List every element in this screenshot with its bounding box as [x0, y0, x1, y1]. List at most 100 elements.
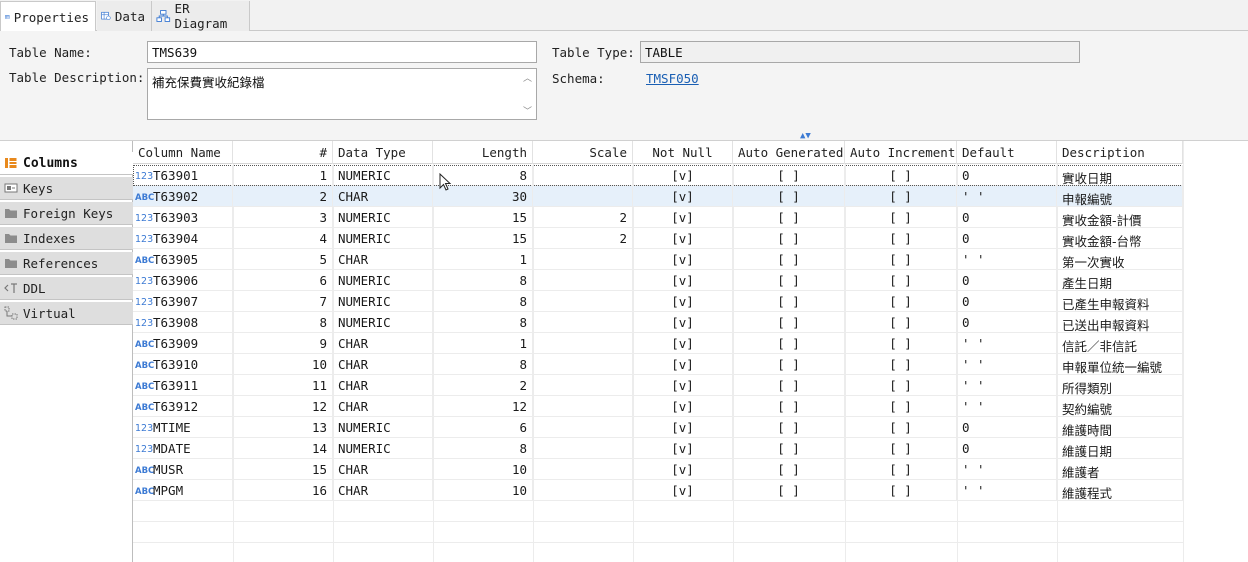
cell-scale[interactable]	[533, 438, 633, 459]
cell-not-null[interactable]: [v]	[633, 333, 733, 354]
cell-ordinal[interactable]: 6	[233, 270, 333, 291]
cell-ordinal[interactable]: 8	[233, 312, 333, 333]
cell-default[interactable]: ' '	[957, 354, 1057, 375]
cell-auto-increment[interactable]: [ ]	[845, 312, 957, 333]
cell-data-type[interactable]: NUMERIC	[333, 312, 433, 333]
table-row[interactable]: 123T63901 1 NUMERIC 8 [v][ ][ ] 0 實收日期	[133, 165, 1183, 186]
cell-ordinal[interactable]: 15	[233, 459, 333, 480]
cell-not-null[interactable]: [v]	[633, 354, 733, 375]
cell-default[interactable]: 0	[957, 312, 1057, 333]
cell-ordinal[interactable]: 9	[233, 333, 333, 354]
cell-auto-increment[interactable]: [ ]	[845, 291, 957, 312]
cell-column-name[interactable]: 123T63908	[133, 312, 233, 333]
cell-scale[interactable]	[533, 459, 633, 480]
cell-ordinal[interactable]: 13	[233, 417, 333, 438]
cell-ordinal[interactable]: 10	[233, 354, 333, 375]
cell-auto-increment[interactable]: [ ]	[845, 417, 957, 438]
cell-auto-increment[interactable]: [ ]	[845, 438, 957, 459]
cell-data-type[interactable]: NUMERIC	[333, 270, 433, 291]
table-row[interactable]: 123T63908 8 NUMERIC 8 [v][ ][ ] 0 已送出申報資料	[133, 312, 1183, 333]
cell-not-null[interactable]: [v]	[633, 270, 733, 291]
cell-length[interactable]: 15	[433, 228, 533, 249]
cell-length[interactable]: 15	[433, 207, 533, 228]
table-row[interactable]: 123MDATE 14 NUMERIC 8 [v][ ][ ] 0 維護日期	[133, 438, 1183, 459]
cell-auto-generated[interactable]: [ ]	[733, 459, 845, 480]
cell-column-name[interactable]: ABCT63910	[133, 354, 233, 375]
header-auto-generated[interactable]: Auto Generated	[733, 141, 845, 164]
table-row[interactable]: ABCT63911 11 CHAR 2 [v][ ][ ] ' ' 所得類別	[133, 375, 1183, 396]
cell-auto-generated[interactable]: [ ]	[733, 186, 845, 207]
sidetab-ddl[interactable]: DDL	[0, 277, 133, 300]
collapse-arrows-icon[interactable]: ▲▼	[800, 131, 811, 141]
cell-auto-increment[interactable]: [ ]	[845, 186, 957, 207]
cell-auto-increment[interactable]: [ ]	[845, 333, 957, 354]
cell-scale[interactable]	[533, 375, 633, 396]
cell-length[interactable]: 2	[433, 375, 533, 396]
table-row[interactable]: ABCT63912 12 CHAR 12 [v][ ][ ] ' ' 契約編號	[133, 396, 1183, 417]
cell-column-name[interactable]: ABCMPGM	[133, 480, 233, 501]
cell-auto-increment[interactable]: [ ]	[845, 396, 957, 417]
cell-not-null[interactable]: [v]	[633, 417, 733, 438]
cell-column-name[interactable]: ABCT63905	[133, 249, 233, 270]
cell-default[interactable]: ' '	[957, 333, 1057, 354]
cell-column-name[interactable]: 123MDATE	[133, 438, 233, 459]
cell-column-name[interactable]: ABCT63911	[133, 375, 233, 396]
cell-not-null[interactable]: [v]	[633, 459, 733, 480]
cell-column-name[interactable]: 123T63904	[133, 228, 233, 249]
cell-length[interactable]: 8	[433, 438, 533, 459]
cell-auto-generated[interactable]: [ ]	[733, 333, 845, 354]
cell-description[interactable]: 維護時間	[1057, 417, 1183, 438]
cell-column-name[interactable]: 123T63901	[133, 165, 233, 186]
cell-auto-increment[interactable]: [ ]	[845, 207, 957, 228]
cell-data-type[interactable]: CHAR	[333, 354, 433, 375]
cell-default[interactable]: 0	[957, 291, 1057, 312]
table-row[interactable]: 123MTIME 13 NUMERIC 6 [v][ ][ ] 0 維護時間	[133, 417, 1183, 438]
cell-auto-generated[interactable]: [ ]	[733, 312, 845, 333]
cell-auto-generated[interactable]: [ ]	[733, 417, 845, 438]
table-row[interactable]: ABCT63902 2 CHAR 30 [v][ ][ ] ' ' 申報編號	[133, 186, 1183, 207]
cell-data-type[interactable]: NUMERIC	[333, 228, 433, 249]
cell-description[interactable]: 契約編號	[1057, 396, 1183, 417]
sidetab-columns[interactable]: Columns	[0, 152, 133, 175]
table-row[interactable]: 123T63907 7 NUMERIC 8 [v][ ][ ] 0 已產生申報資料	[133, 291, 1183, 312]
cell-auto-increment[interactable]: [ ]	[845, 480, 957, 501]
cell-ordinal[interactable]: 14	[233, 438, 333, 459]
cell-data-type[interactable]: CHAR	[333, 375, 433, 396]
table-row[interactable]: ABCMPGM 16 CHAR 10 [v][ ][ ] ' ' 維護程式	[133, 480, 1183, 501]
header-not-null[interactable]: Not Null	[633, 141, 733, 164]
cell-description[interactable]: 產生日期	[1057, 270, 1183, 291]
table-row[interactable]: ABCT63909 9 CHAR 1 [v][ ][ ] ' ' 信託／非信託	[133, 333, 1183, 354]
cell-description[interactable]: 實收日期	[1057, 165, 1183, 186]
cell-length[interactable]: 8	[433, 354, 533, 375]
cell-length[interactable]: 10	[433, 480, 533, 501]
cell-not-null[interactable]: [v]	[633, 186, 733, 207]
tab-data[interactable]: Data	[97, 1, 152, 31]
cell-auto-generated[interactable]: [ ]	[733, 480, 845, 501]
cell-default[interactable]: ' '	[957, 186, 1057, 207]
cell-length[interactable]: 8	[433, 291, 533, 312]
cell-default[interactable]: ' '	[957, 480, 1057, 501]
cell-length[interactable]: 12	[433, 396, 533, 417]
cell-description[interactable]: 維護者	[1057, 459, 1183, 480]
cell-description[interactable]: 所得類別	[1057, 375, 1183, 396]
sidetab-indexes[interactable]: Indexes	[0, 227, 133, 250]
cell-auto-increment[interactable]: [ ]	[845, 249, 957, 270]
cell-column-name[interactable]: ABCT63912	[133, 396, 233, 417]
cell-scale[interactable]	[533, 480, 633, 501]
cell-ordinal[interactable]: 5	[233, 249, 333, 270]
cell-description[interactable]: 申報編號	[1057, 186, 1183, 207]
cell-scale[interactable]	[533, 417, 633, 438]
scroll-up-icon[interactable]: ︿	[523, 71, 532, 84]
cell-scale[interactable]	[533, 186, 633, 207]
cell-description[interactable]: 實收金額-台幣	[1057, 228, 1183, 249]
cell-scale[interactable]: 2	[533, 207, 633, 228]
cell-not-null[interactable]: [v]	[633, 312, 733, 333]
cell-default[interactable]: ' '	[957, 249, 1057, 270]
table-type-field[interactable]: TABLE	[640, 41, 1080, 63]
cell-description[interactable]: 維護日期	[1057, 438, 1183, 459]
cell-ordinal[interactable]: 4	[233, 228, 333, 249]
cell-auto-increment[interactable]: [ ]	[845, 270, 957, 291]
cell-description[interactable]: 已送出申報資料	[1057, 312, 1183, 333]
cell-length[interactable]: 1	[433, 249, 533, 270]
cell-auto-generated[interactable]: [ ]	[733, 375, 845, 396]
